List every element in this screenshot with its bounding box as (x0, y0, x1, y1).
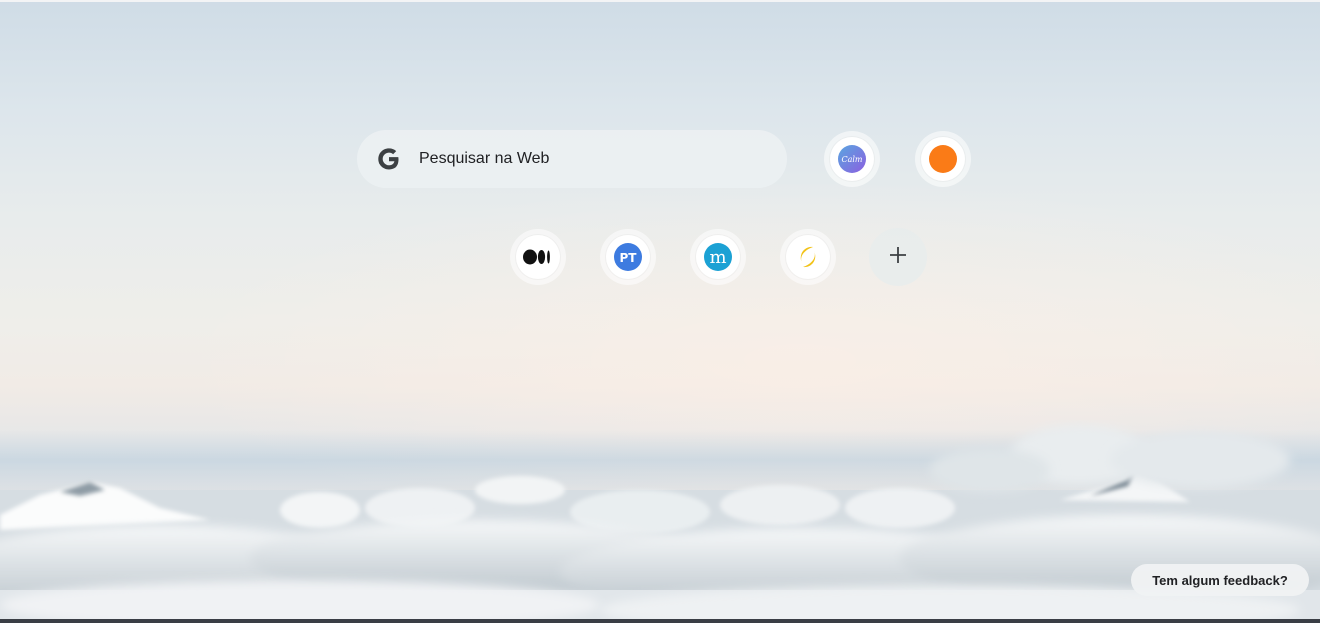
shortcut-orange[interactable] (915, 131, 971, 187)
new-tab-page: Calm PT m (0, 0, 1320, 623)
feedback-button[interactable]: Tem algum feedback? (1131, 564, 1309, 596)
shortcut-crescent[interactable] (780, 229, 836, 285)
plus-icon (888, 245, 908, 270)
medium-icon (516, 235, 560, 279)
shortcut-m[interactable]: m (690, 229, 746, 285)
cloud-background (0, 425, 1320, 623)
bottom-border (0, 619, 1320, 623)
search-input[interactable] (417, 143, 761, 175)
m-logo-icon: m (696, 235, 740, 279)
shortcut-medium[interactable] (510, 229, 566, 285)
shortcut-calm[interactable]: Calm (824, 131, 880, 187)
m-label: m (709, 247, 726, 268)
orange-dot-icon (921, 137, 965, 181)
pt-icon: PT (606, 235, 650, 279)
calm-label: Calm (841, 155, 862, 164)
calm-icon: Calm (830, 137, 874, 181)
search-box[interactable] (357, 130, 787, 188)
google-icon (375, 145, 403, 173)
crescent-icon (786, 235, 830, 279)
add-shortcut-button[interactable] (869, 228, 927, 286)
pt-label: PT (620, 251, 638, 265)
shortcut-pt[interactable]: PT (600, 229, 656, 285)
